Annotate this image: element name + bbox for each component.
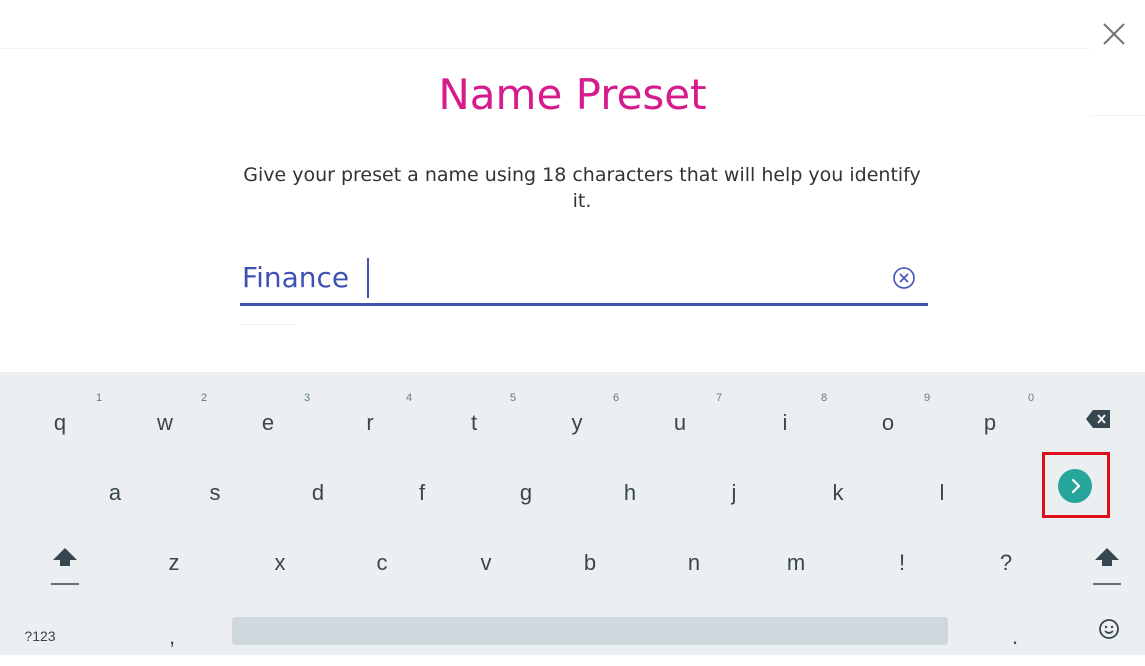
key-n[interactable]: n	[644, 522, 744, 592]
key-period[interactable]: .	[965, 596, 1065, 666]
shift-icon	[51, 548, 79, 585]
clear-input-button[interactable]	[890, 264, 918, 292]
key-h[interactable]: h	[580, 452, 680, 522]
input-underline	[240, 303, 928, 306]
key-comma[interactable]: ,	[122, 596, 222, 666]
text-caret	[367, 258, 369, 298]
shift-icon	[1093, 548, 1121, 585]
key-p[interactable]: 0 p	[940, 382, 1040, 452]
header-divider	[0, 48, 1090, 49]
suggestion-divider	[240, 324, 296, 325]
key-r[interactable]: 4 r	[320, 382, 420, 452]
space-bar[interactable]	[232, 617, 948, 645]
close-button[interactable]	[1094, 14, 1134, 54]
key-e[interactable]: 3 e	[218, 382, 318, 452]
key-a[interactable]: a	[65, 452, 165, 522]
emoji-key[interactable]	[1060, 596, 1140, 666]
key-t[interactable]: 5 t	[424, 382, 524, 452]
dialog-description: Give your preset a name using 18 charact…	[243, 164, 921, 212]
key-x[interactable]: x	[230, 522, 330, 592]
emoji-icon	[1099, 619, 1119, 639]
go-arrow-icon	[1071, 478, 1081, 494]
key-o[interactable]: 9 o	[838, 382, 938, 452]
key-s[interactable]: s	[165, 452, 265, 522]
key-b[interactable]: b	[540, 522, 640, 592]
on-screen-keyboard: 1 q 2 w 3 e 4 r 5 t 6 y 7 u 8 i 9 o 0 p	[0, 372, 1145, 655]
key-k[interactable]: k	[788, 452, 888, 522]
backspace-icon	[1086, 410, 1110, 428]
symbols-key[interactable]: ?123	[10, 596, 70, 666]
shift-key-right[interactable]	[1045, 522, 1145, 592]
dialog-title: Name Preset	[438, 70, 707, 119]
key-g[interactable]: g	[476, 452, 576, 522]
go-button[interactable]	[1058, 469, 1092, 503]
key-v[interactable]: v	[436, 522, 536, 592]
key-c[interactable]: c	[332, 522, 432, 592]
shift-key-left[interactable]	[15, 522, 115, 592]
key-u[interactable]: 7 u	[630, 382, 730, 452]
key-l[interactable]: l	[892, 452, 992, 522]
key-y[interactable]: 6 y	[527, 382, 627, 452]
preset-name-input[interactable]	[240, 250, 882, 304]
key-f[interactable]: f	[372, 452, 472, 522]
close-icon	[1103, 23, 1125, 45]
key-w[interactable]: 2 w	[115, 382, 215, 452]
key-exclamation[interactable]: !	[852, 522, 952, 592]
key-d[interactable]: d	[268, 452, 368, 522]
preset-name-field	[240, 250, 928, 306]
key-m[interactable]: m	[746, 522, 846, 592]
key-z[interactable]: z	[124, 522, 224, 592]
name-preset-dialog: Name Preset Give your preset a name usin…	[0, 0, 1145, 370]
clear-circle-icon	[893, 267, 915, 289]
key-q[interactable]: 1 q	[10, 382, 110, 452]
key-question[interactable]: ?	[956, 522, 1056, 592]
key-j[interactable]: j	[684, 452, 784, 522]
key-i[interactable]: 8 i	[735, 382, 835, 452]
backspace-key[interactable]	[1050, 382, 1140, 452]
